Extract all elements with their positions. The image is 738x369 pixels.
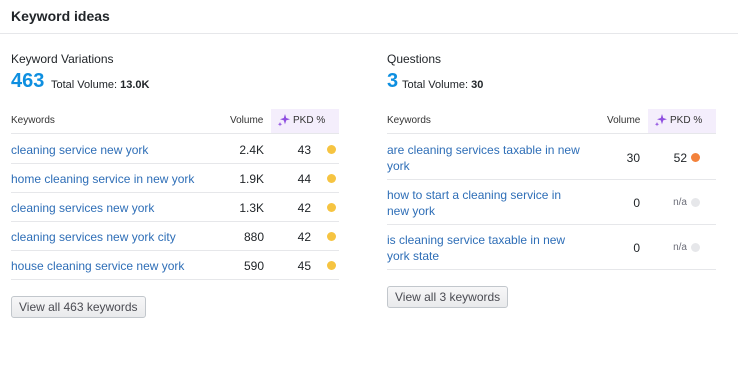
pkd-value: 43 (297, 143, 311, 157)
table-row: house cleaning service new york 590 45 (11, 251, 339, 280)
questions-count[interactable]: 3 (387, 70, 398, 93)
col-volume[interactable]: Volume (230, 115, 263, 126)
keyword-link[interactable]: home cleaning service in new york (11, 171, 194, 187)
pkd-value: 45 (297, 259, 311, 273)
volume-value: 30 (626, 151, 640, 165)
keyword-link[interactable]: house cleaning service new york (11, 258, 184, 274)
difficulty-dot-icon (327, 174, 336, 183)
volume-value: 880 (243, 230, 264, 244)
volume-value: 1.9K (239, 172, 264, 186)
col-pkd-label: PKD % (670, 115, 703, 126)
difficulty-dot-icon (691, 243, 700, 252)
col-pkd[interactable]: PKD % (648, 109, 716, 133)
section-title: Keyword Variations (11, 52, 114, 66)
sparkle-icon (654, 114, 667, 127)
card-header: Keyword ideas (0, 0, 738, 34)
total-volume: Total Volume: 13.0K (51, 79, 149, 91)
total-volume: Total Volume: 30 (402, 79, 483, 91)
volume-value: 0 (633, 196, 640, 210)
section-title: Questions (387, 52, 442, 66)
table-row: cleaning services new york 1.3K 42 (11, 193, 339, 222)
view-all-questions-button[interactable]: View all 3 keywords (387, 286, 509, 308)
table-header: Keywords Volume PKD % (11, 109, 339, 134)
table-row: cleaning service new york 2.4K 43 (11, 135, 339, 164)
difficulty-dot-icon (327, 261, 336, 270)
difficulty-dot-icon (691, 198, 700, 207)
sparkle-icon (277, 114, 290, 127)
variations-count[interactable]: 463 (11, 70, 44, 93)
total-volume-label: Total Volume: (51, 79, 118, 91)
total-volume-value: 30 (471, 79, 484, 91)
volume-value: 0 (633, 241, 640, 255)
question-link[interactable]: is cleaning service taxable in new york … (387, 232, 565, 264)
pkd-value: n/a (673, 197, 687, 208)
total-volume-value: 13.0K (120, 79, 150, 91)
keyword-link[interactable]: cleaning service new york (11, 142, 148, 158)
question-line: new york (387, 204, 436, 218)
difficulty-dot-icon (327, 145, 336, 154)
card-title: Keyword ideas (11, 8, 110, 24)
col-keywords[interactable]: Keywords (11, 115, 55, 126)
table-row: cleaning services new york city 880 42 (11, 222, 339, 251)
col-volume[interactable]: Volume (607, 115, 640, 126)
question-line: york state (387, 249, 440, 263)
pkd-value: 42 (297, 230, 311, 244)
volume-value: 590 (243, 259, 264, 273)
keyword-link[interactable]: cleaning services new york city (11, 229, 176, 245)
volume-value: 1.3K (239, 201, 264, 215)
table-header: Keywords Volume PKD % (387, 109, 716, 134)
total-volume-label: Total Volume: (402, 79, 469, 91)
col-pkd-label: PKD % (293, 115, 326, 126)
question-line: is cleaning service taxable in new (387, 233, 566, 247)
pkd-value: 52 (673, 151, 687, 165)
question-line: york (387, 159, 410, 173)
table-row: how to start a cleaning service in new y… (387, 180, 716, 225)
table-row: home cleaning service in new york 1.9K 4… (11, 164, 339, 193)
pkd-value: n/a (673, 242, 687, 253)
table-row: are cleaning services taxable in new yor… (387, 135, 716, 180)
volume-value: 2.4K (239, 143, 264, 157)
difficulty-dot-icon (327, 232, 336, 241)
col-keywords[interactable]: Keywords (387, 115, 431, 126)
keyword-link[interactable]: cleaning services new york (11, 200, 154, 216)
col-pkd[interactable]: PKD % (271, 109, 339, 133)
view-all-keywords-button[interactable]: View all 463 keywords (11, 296, 146, 318)
pkd-value: 44 (297, 172, 311, 186)
question-line: are cleaning services taxable in new (387, 143, 580, 157)
question-link[interactable]: how to start a cleaning service in new y… (387, 187, 561, 219)
difficulty-dot-icon (327, 203, 336, 212)
pkd-value: 42 (297, 201, 311, 215)
question-line: how to start a cleaning service in (387, 188, 562, 202)
difficulty-dot-icon (691, 153, 700, 162)
question-link[interactable]: are cleaning services taxable in new yor… (387, 142, 580, 174)
table-row: is cleaning service taxable in new york … (387, 225, 716, 270)
